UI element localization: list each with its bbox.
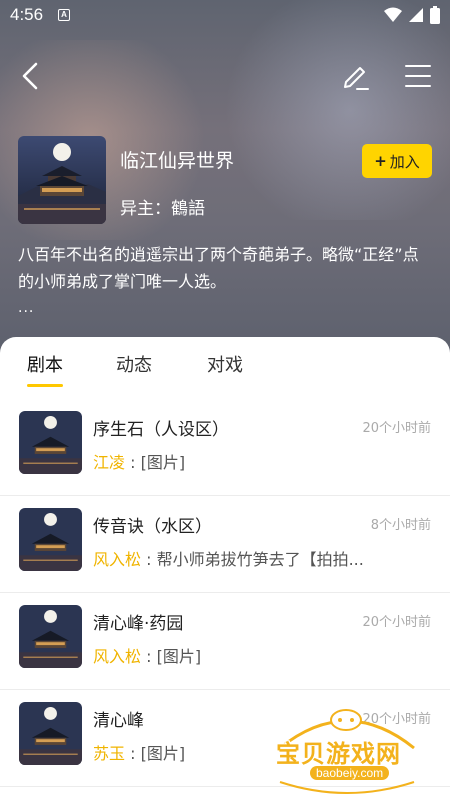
edit-button[interactable]	[340, 60, 372, 92]
world-description: 八百年不出名的逍遥宗出了两个奇葩弟子。略微“正经”点的小师弟成了掌门唯一人选。	[18, 245, 419, 291]
item-thumbnail	[19, 605, 82, 668]
item-thumbnail	[19, 508, 82, 571]
back-button[interactable]	[16, 58, 48, 94]
item-time: 20个小时前	[362, 421, 431, 436]
item-thumbnail	[19, 702, 82, 765]
item-author: 江凌	[93, 453, 126, 472]
item-last-message: 风入松 : [图片]	[93, 643, 393, 667]
item-thumbnail	[19, 411, 82, 474]
item-last-message: 风入松 : 帮小师弟拔竹笋去了【拍拍...	[93, 546, 393, 570]
status-bar: 4:56 A	[0, 0, 450, 32]
item-message: : [图片]	[125, 453, 186, 472]
world-info: 临江仙异世界 异主：鶴語 + 加入	[18, 136, 432, 226]
battery-icon	[430, 6, 440, 24]
active-tab-indicator	[27, 384, 63, 387]
item-last-message: 江凌 : [图片]	[93, 449, 393, 473]
join-button[interactable]: + 加入	[362, 144, 432, 178]
watermark-logo: 宝贝游戏网 baobeiy.com	[272, 704, 422, 794]
item-time: 8个小时前	[370, 518, 431, 533]
menu-button[interactable]	[402, 60, 434, 92]
item-title: 清心峰	[93, 711, 144, 731]
join-label: 加入	[389, 152, 420, 171]
pagoda-night-image	[19, 411, 82, 474]
tab-activity[interactable]: 动态	[116, 351, 152, 377]
tab-script[interactable]: 剧本	[27, 351, 63, 377]
list-item[interactable]: 清心峰·药园 20个小时前 风入松 : [图片]	[0, 593, 450, 690]
signal-icon	[409, 8, 423, 22]
item-message: : 帮小师弟拔竹笋去了【拍拍...	[141, 550, 364, 569]
item-message: : [图片]	[141, 647, 202, 666]
item-author: 苏玉	[93, 744, 126, 763]
world-cover-image	[18, 136, 106, 224]
pencil-icon	[344, 67, 369, 90]
notification-icon: A	[58, 9, 70, 21]
top-nav	[0, 56, 450, 96]
pagoda-night-image	[19, 605, 82, 668]
pagoda-night-image	[18, 136, 106, 224]
item-author: 风入松	[93, 647, 142, 666]
tab-bar: 剧本 动态 对戏	[0, 337, 450, 393]
world-name: 临江仙异世界	[120, 150, 235, 172]
hamburger-icon	[405, 65, 431, 87]
item-title: 序生石（人设区）	[93, 420, 229, 440]
item-message: : [图片]	[125, 744, 186, 763]
item-time: 20个小时前	[362, 615, 431, 630]
description-more[interactable]: ...	[18, 300, 34, 316]
list-item[interactable]: 传音诀（水区） 8个小时前 风入松 : 帮小师弟拔竹笋去了【拍拍...	[0, 496, 450, 593]
chevron-left-icon	[22, 62, 38, 90]
item-author: 风入松	[93, 550, 142, 569]
item-title: 传音诀（水区）	[93, 517, 212, 537]
watermark-url: baobeiy.com	[310, 766, 390, 780]
world-owner: 异主：鶴語	[120, 199, 205, 219]
tab-roleplay[interactable]: 对戏	[207, 351, 243, 377]
watermark-text: 宝贝游戏网	[276, 740, 401, 768]
wifi-icon	[384, 7, 402, 22]
status-time: 4:56	[10, 5, 44, 24]
pagoda-night-image	[19, 702, 82, 765]
plus-icon: +	[374, 152, 387, 170]
status-icons	[384, 6, 440, 24]
item-title: 清心峰·药园	[93, 614, 184, 634]
list-item[interactable]: 序生石（人设区） 20个小时前 江凌 : [图片]	[0, 399, 450, 496]
pagoda-night-image	[19, 508, 82, 571]
